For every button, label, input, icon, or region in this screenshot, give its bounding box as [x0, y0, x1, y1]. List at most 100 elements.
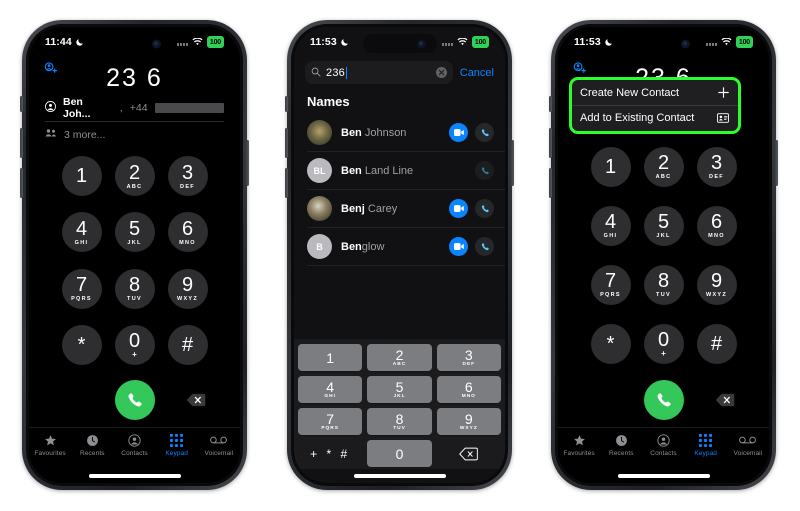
contact-name-match: Ben: [341, 240, 362, 253]
dialpad-key-9[interactable]: 9 WXYZ: [167, 268, 208, 309]
dynamic-island: [97, 34, 172, 53]
dialpad-key-hash[interactable]: #: [167, 324, 208, 365]
search-bar-area: 236 Cancel: [294, 57, 505, 84]
tab-contacts[interactable]: Contacts: [113, 432, 155, 457]
dialpad-key-1[interactable]: 1: [590, 146, 631, 187]
tab-favourites[interactable]: Favourites: [29, 432, 71, 457]
suggestion-name: Ben Joh...: [63, 95, 91, 120]
numpad-key-0[interactable]: 0: [367, 440, 432, 467]
dialpad-key-4[interactable]: 4 GHI: [590, 205, 631, 246]
tab-keypad[interactable]: Keypad: [685, 432, 727, 457]
suggestion-country-code: +44: [129, 101, 148, 114]
numpad-symbols-key[interactable]: + * #: [298, 440, 362, 467]
dialpad-key-9[interactable]: 9 WXYZ: [696, 264, 737, 305]
key-letters: TUV: [127, 296, 142, 303]
dialpad-key-6[interactable]: 6 MNO: [167, 212, 208, 253]
key-digit: 1: [326, 349, 335, 366]
dialpad-key-7[interactable]: 7 PQRS: [61, 268, 102, 309]
video-call-button[interactable]: [449, 123, 468, 142]
key-letters: MNO: [179, 239, 196, 246]
numpad-key-1[interactable]: 1: [298, 344, 363, 371]
dialpad-key-star[interactable]: *: [61, 324, 102, 365]
tab-voicemail[interactable]: Voicemail: [198, 432, 240, 457]
delete-button[interactable]: [186, 393, 206, 407]
audio-call-button[interactable]: [475, 161, 494, 180]
key-letters: DEF: [709, 174, 724, 180]
tab-recents[interactable]: Recents: [600, 432, 642, 457]
home-indicator[interactable]: [294, 469, 505, 483]
dialpad-key-1[interactable]: 1: [61, 156, 102, 197]
delete-backward-icon: [715, 393, 735, 407]
tab-keypad[interactable]: Keypad: [156, 432, 198, 457]
key-letters: MNO: [708, 233, 725, 239]
contact-name-rest: glow: [361, 240, 385, 253]
numpad-key-8[interactable]: 8 TUV: [367, 408, 432, 435]
dialpad-key-5[interactable]: 5 JKL: [114, 212, 155, 253]
tab-recents[interactable]: Recents: [71, 432, 113, 457]
dialpad-key-2[interactable]: 2 ABC: [114, 156, 155, 197]
numpad-delete-button[interactable]: [437, 440, 501, 467]
call-button[interactable]: [114, 380, 155, 420]
search-input[interactable]: 236: [305, 61, 453, 84]
contact-suggestion-row[interactable]: Ben Joh... , +44: [45, 95, 224, 120]
dialpad-key-4[interactable]: 4 GHI: [61, 212, 102, 253]
contact-row[interactable]: B Benglow: [307, 228, 505, 266]
home-indicator[interactable]: [558, 469, 769, 483]
video-call-button[interactable]: [449, 199, 468, 218]
numpad-key-2[interactable]: 2 ABC: [367, 344, 432, 371]
call-action-row: [558, 373, 769, 427]
key-digit: 6: [464, 379, 473, 395]
dialpad-key-7[interactable]: 7 PQRS: [590, 264, 631, 305]
delete-button[interactable]: [715, 393, 735, 407]
tab-label: Contacts: [650, 450, 677, 457]
video-call-button[interactable]: [449, 237, 468, 256]
dialpad-key-5[interactable]: 5 JKL: [643, 205, 684, 246]
menu-item-add-to-existing-contact[interactable]: Add to Existing Contact: [572, 106, 738, 131]
key-digit: 9: [464, 411, 473, 427]
add-contact-icon[interactable]: [571, 61, 588, 76]
status-time: 11:44: [45, 36, 84, 48]
call-button[interactable]: [643, 380, 684, 420]
audio-call-button[interactable]: [475, 123, 494, 142]
home-indicator[interactable]: [29, 469, 240, 483]
phone-handset-icon: [128, 392, 142, 407]
numpad-key-9[interactable]: 9 WXYZ: [436, 408, 501, 435]
dialpad-key-star[interactable]: *: [590, 323, 631, 364]
numpad-key-6[interactable]: 6 MNO: [436, 376, 501, 403]
key-digit: 0: [128, 329, 141, 352]
contact-row[interactable]: BL Ben Land Line: [307, 152, 505, 190]
tab-bar: Favourites Recents Contacts Keypad Voice…: [558, 427, 769, 469]
phone-screen-dialer: 11:44 100 23 6 Ben Joh... , +44 3 more..…: [29, 27, 240, 483]
key-letters: +: [132, 349, 137, 359]
numpad-key-7[interactable]: 7 PQRS: [298, 408, 363, 435]
dialpad-key-8[interactable]: 8 TUV: [114, 268, 155, 309]
dialpad-key-3[interactable]: 3 DEF: [696, 146, 737, 187]
dialpad-key-6[interactable]: 6 MNO: [696, 205, 737, 246]
audio-call-button[interactable]: [475, 199, 494, 218]
dialpad-key-hash[interactable]: #: [696, 323, 737, 364]
dialpad-key-0[interactable]: 0 +: [643, 323, 684, 364]
dialpad-key-2[interactable]: 2 ABC: [643, 146, 684, 187]
front-camera-icon: [416, 39, 426, 48]
wifi-icon: [457, 38, 468, 46]
contact-row[interactable]: Benj Carey: [307, 190, 505, 228]
tab-favourites[interactable]: Favourites: [558, 432, 600, 457]
tab-voicemail[interactable]: Voicemail: [727, 432, 769, 457]
numpad-key-3[interactable]: 3 DEF: [436, 344, 501, 371]
contact-suggestion-area: Ben Joh... , +44 3 more...: [29, 93, 240, 144]
tab-contacts[interactable]: Contacts: [642, 432, 684, 457]
clear-circle-icon[interactable]: [435, 67, 447, 78]
numpad-key-4[interactable]: 4 GHI: [298, 376, 363, 403]
numpad-key-5[interactable]: 5 JKL: [367, 376, 432, 403]
add-contact-icon[interactable]: [42, 61, 59, 76]
more-suggestions-row[interactable]: 3 more...: [45, 125, 224, 144]
key-digit: 8: [395, 411, 404, 427]
dialpad-key-8[interactable]: 8 TUV: [643, 264, 684, 305]
menu-item-create-new-contact[interactable]: Create New Contact: [572, 80, 738, 105]
dialpad-key-0[interactable]: 0 +: [114, 324, 155, 365]
audio-call-button[interactable]: [475, 237, 494, 256]
contact-row[interactable]: Ben Johnson: [307, 114, 505, 152]
contact-name-rest: Land Line: [361, 164, 414, 177]
dialpad-key-3[interactable]: 3 DEF: [167, 156, 208, 197]
cancel-button[interactable]: Cancel: [460, 67, 494, 79]
